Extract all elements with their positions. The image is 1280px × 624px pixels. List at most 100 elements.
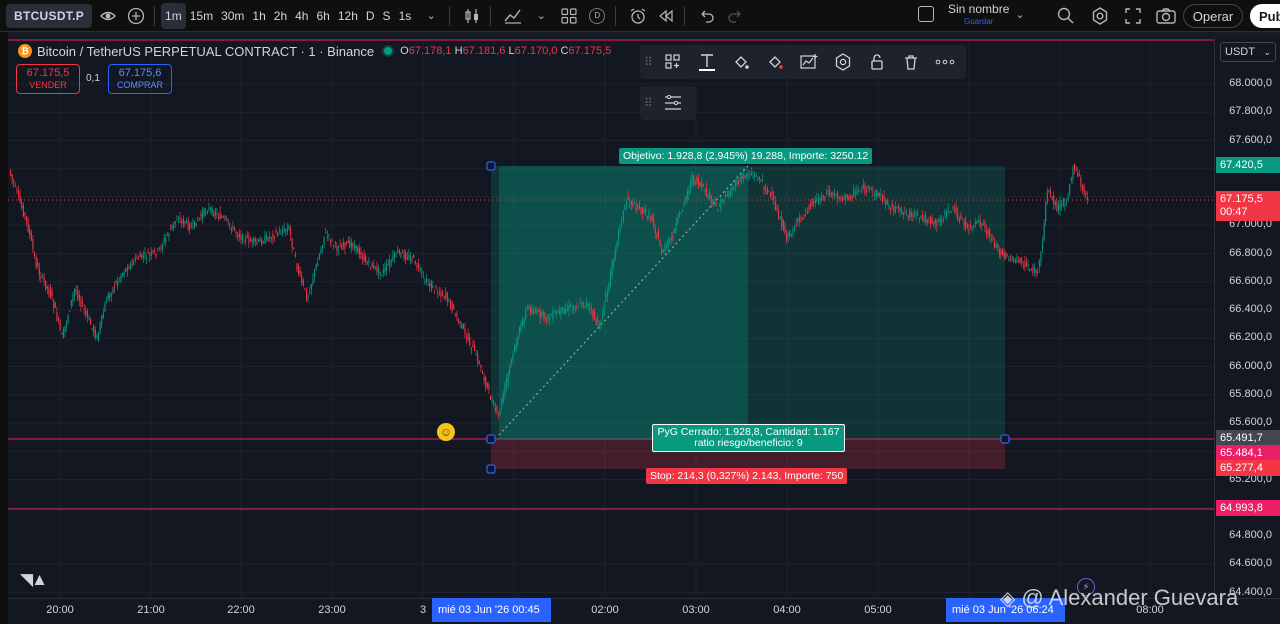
more-options-icon[interactable]: [930, 48, 960, 76]
currency-select[interactable]: USDT ⌄: [1220, 42, 1276, 62]
candle-body: [162, 244, 164, 250]
drag-handle-icon[interactable]: ⠿: [644, 96, 654, 110]
fill-color-icon[interactable]: [726, 48, 756, 76]
candle-body: [350, 242, 352, 248]
text-tool-icon[interactable]: [692, 48, 722, 76]
interval-s[interactable]: S: [379, 3, 395, 29]
candle-body: [637, 208, 639, 210]
undo-icon[interactable]: [695, 3, 719, 29]
indicators-icon[interactable]: [501, 3, 525, 29]
candle-body: [907, 216, 909, 218]
templates-icon[interactable]: [557, 3, 581, 29]
candle-body: [386, 263, 388, 271]
candle-body: [672, 235, 674, 239]
alert-clock-icon[interactable]: [626, 3, 650, 29]
chart-pane[interactable]: [8, 38, 1214, 598]
candle-body: [658, 231, 660, 239]
candle-body: [437, 292, 439, 294]
candle-body: [333, 244, 335, 246]
interval-15m[interactable]: 15m: [186, 3, 217, 29]
template-icon[interactable]: [658, 48, 688, 76]
candle-body: [869, 186, 871, 188]
candle-body: [987, 230, 989, 236]
candle-body: [738, 182, 740, 185]
candle-body: [501, 398, 503, 407]
sell-button[interactable]: 67.175,5 VENDER: [16, 64, 80, 94]
object-tree-icon[interactable]: [658, 89, 688, 117]
add-chart-icon[interactable]: [794, 48, 824, 76]
layout-name-control[interactable]: Sin nombre Guardar ⌄: [918, 2, 1025, 26]
interval-30m[interactable]: 30m: [217, 3, 248, 29]
candle-body: [109, 293, 111, 298]
candle-body: [531, 310, 533, 314]
interval-12h[interactable]: 12h: [334, 3, 362, 29]
interval-4h[interactable]: 4h: [291, 3, 312, 29]
quick-search-icon[interactable]: [1054, 3, 1078, 29]
fill-color-red-icon[interactable]: [760, 48, 790, 76]
chevron-down-icon[interactable]: ⌄: [529, 3, 553, 29]
trade-button[interactable]: Operar: [1183, 4, 1243, 28]
stop-label[interactable]: Stop: 214,3 (0,327%) 2.143, Importe: 750: [646, 468, 848, 484]
camera-icon[interactable]: [1154, 3, 1178, 29]
candle-body: [755, 174, 757, 176]
interval-2h[interactable]: 2h: [270, 3, 291, 29]
settings-gear-icon[interactable]: [1088, 3, 1112, 29]
publish-button[interactable]: Pub: [1250, 4, 1280, 28]
candle-body: [704, 189, 706, 192]
interval-1m[interactable]: 1m: [161, 2, 186, 29]
chevron-down-icon[interactable]: ⌄: [1015, 8, 1024, 21]
compare-symbol-icon[interactable]: [96, 3, 120, 29]
candle-body: [910, 211, 912, 217]
candle-body: [730, 191, 732, 196]
chevron-down-icon[interactable]: ⌄: [419, 3, 443, 29]
candle-body: [582, 301, 584, 307]
candle-body: [235, 231, 237, 234]
candle-body: [626, 200, 628, 204]
candle-body: [554, 311, 556, 313]
replay-badge-icon[interactable]: D: [585, 3, 609, 29]
fullscreen-icon[interactable]: [1121, 3, 1145, 29]
add-symbol-icon[interactable]: [124, 3, 148, 29]
trash-icon[interactable]: [896, 48, 926, 76]
interval-d[interactable]: D: [362, 3, 379, 29]
interval-6h[interactable]: 6h: [312, 3, 333, 29]
candle-body: [202, 212, 204, 220]
candle-body: [480, 364, 482, 369]
candle-body: [309, 292, 311, 294]
candle-body: [728, 190, 730, 197]
candle-body: [811, 200, 813, 206]
interval-1s[interactable]: 1s: [395, 3, 416, 29]
candle-body: [146, 257, 148, 259]
buy-button[interactable]: 67.175,6 COMPRAR: [108, 64, 172, 94]
target-label[interactable]: Objetivo: 1.928,8 (2,945%) 19.288, Impor…: [619, 148, 873, 164]
candle-body: [848, 195, 850, 200]
symbol-search-button[interactable]: BTCUSDT.P: [6, 3, 93, 28]
settings-icon[interactable]: [828, 48, 858, 76]
candle-body: [918, 218, 920, 220]
candle-body: [304, 288, 306, 290]
candle-body: [598, 322, 600, 329]
candle-body: [411, 259, 413, 261]
lock-icon[interactable]: [862, 48, 892, 76]
redo-icon[interactable]: [723, 3, 747, 29]
candle-body: [576, 306, 578, 308]
candle-body: [195, 222, 197, 227]
candle-body: [222, 216, 224, 218]
candles-icon[interactable]: [460, 3, 484, 29]
smiley-emoji-icon[interactable]: ☺: [437, 423, 455, 441]
sell-label: VENDER: [29, 80, 67, 90]
pnl-label[interactable]: PyG Cerrado: 1.928,8, Cantidad: 1.167 ra…: [652, 424, 845, 452]
chart-canvas[interactable]: [8, 38, 1214, 598]
candle-body: [691, 174, 693, 185]
drag-handle-icon[interactable]: ⠿: [644, 55, 654, 69]
candle-body: [851, 196, 853, 199]
candle-body: [51, 291, 53, 297]
candle-body: [1035, 270, 1037, 274]
candle-body: [466, 337, 468, 340]
candle-body: [925, 215, 927, 223]
candle-body: [586, 301, 588, 306]
rewind-icon[interactable]: [654, 3, 678, 29]
ohlc-values: O67.178,1 H67.181,6 L67.170,0 C67.175,5: [400, 45, 611, 57]
candle-body: [243, 242, 245, 244]
interval-1h[interactable]: 1h: [248, 3, 269, 29]
